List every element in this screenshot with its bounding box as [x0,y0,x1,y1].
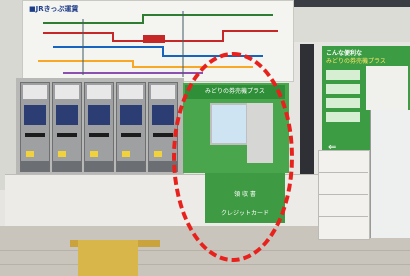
sign-subtitle: みどりの券売機プラス [326,58,386,65]
station-ticket-area-photo: ■JRきっぷ運賃 みどりの券売機プラス 領 収 書 クレジットカード こんな便利… [0,0,410,276]
sign-button-graphic [326,70,360,80]
ticket-machine [52,82,82,172]
highlight-ellipse [172,52,294,262]
floor-tile-line [0,264,410,265]
glass-partition [370,110,410,238]
shelf-divider [318,172,368,173]
dark-shutter [300,44,314,174]
sign-button-graphic [326,112,360,122]
tactile-paving [78,240,138,276]
sign-photo-panel [366,66,408,110]
ticket-machine [84,82,114,172]
sign-button-graphic [326,98,360,108]
sign-button-graphic [326,84,360,94]
ceiling-beam [292,0,410,7]
ticket-machine [20,82,50,172]
shelf-divider [318,216,368,217]
ticket-machine [116,82,146,172]
pamphlet-shelf [318,150,370,240]
shelf-divider [318,194,368,195]
